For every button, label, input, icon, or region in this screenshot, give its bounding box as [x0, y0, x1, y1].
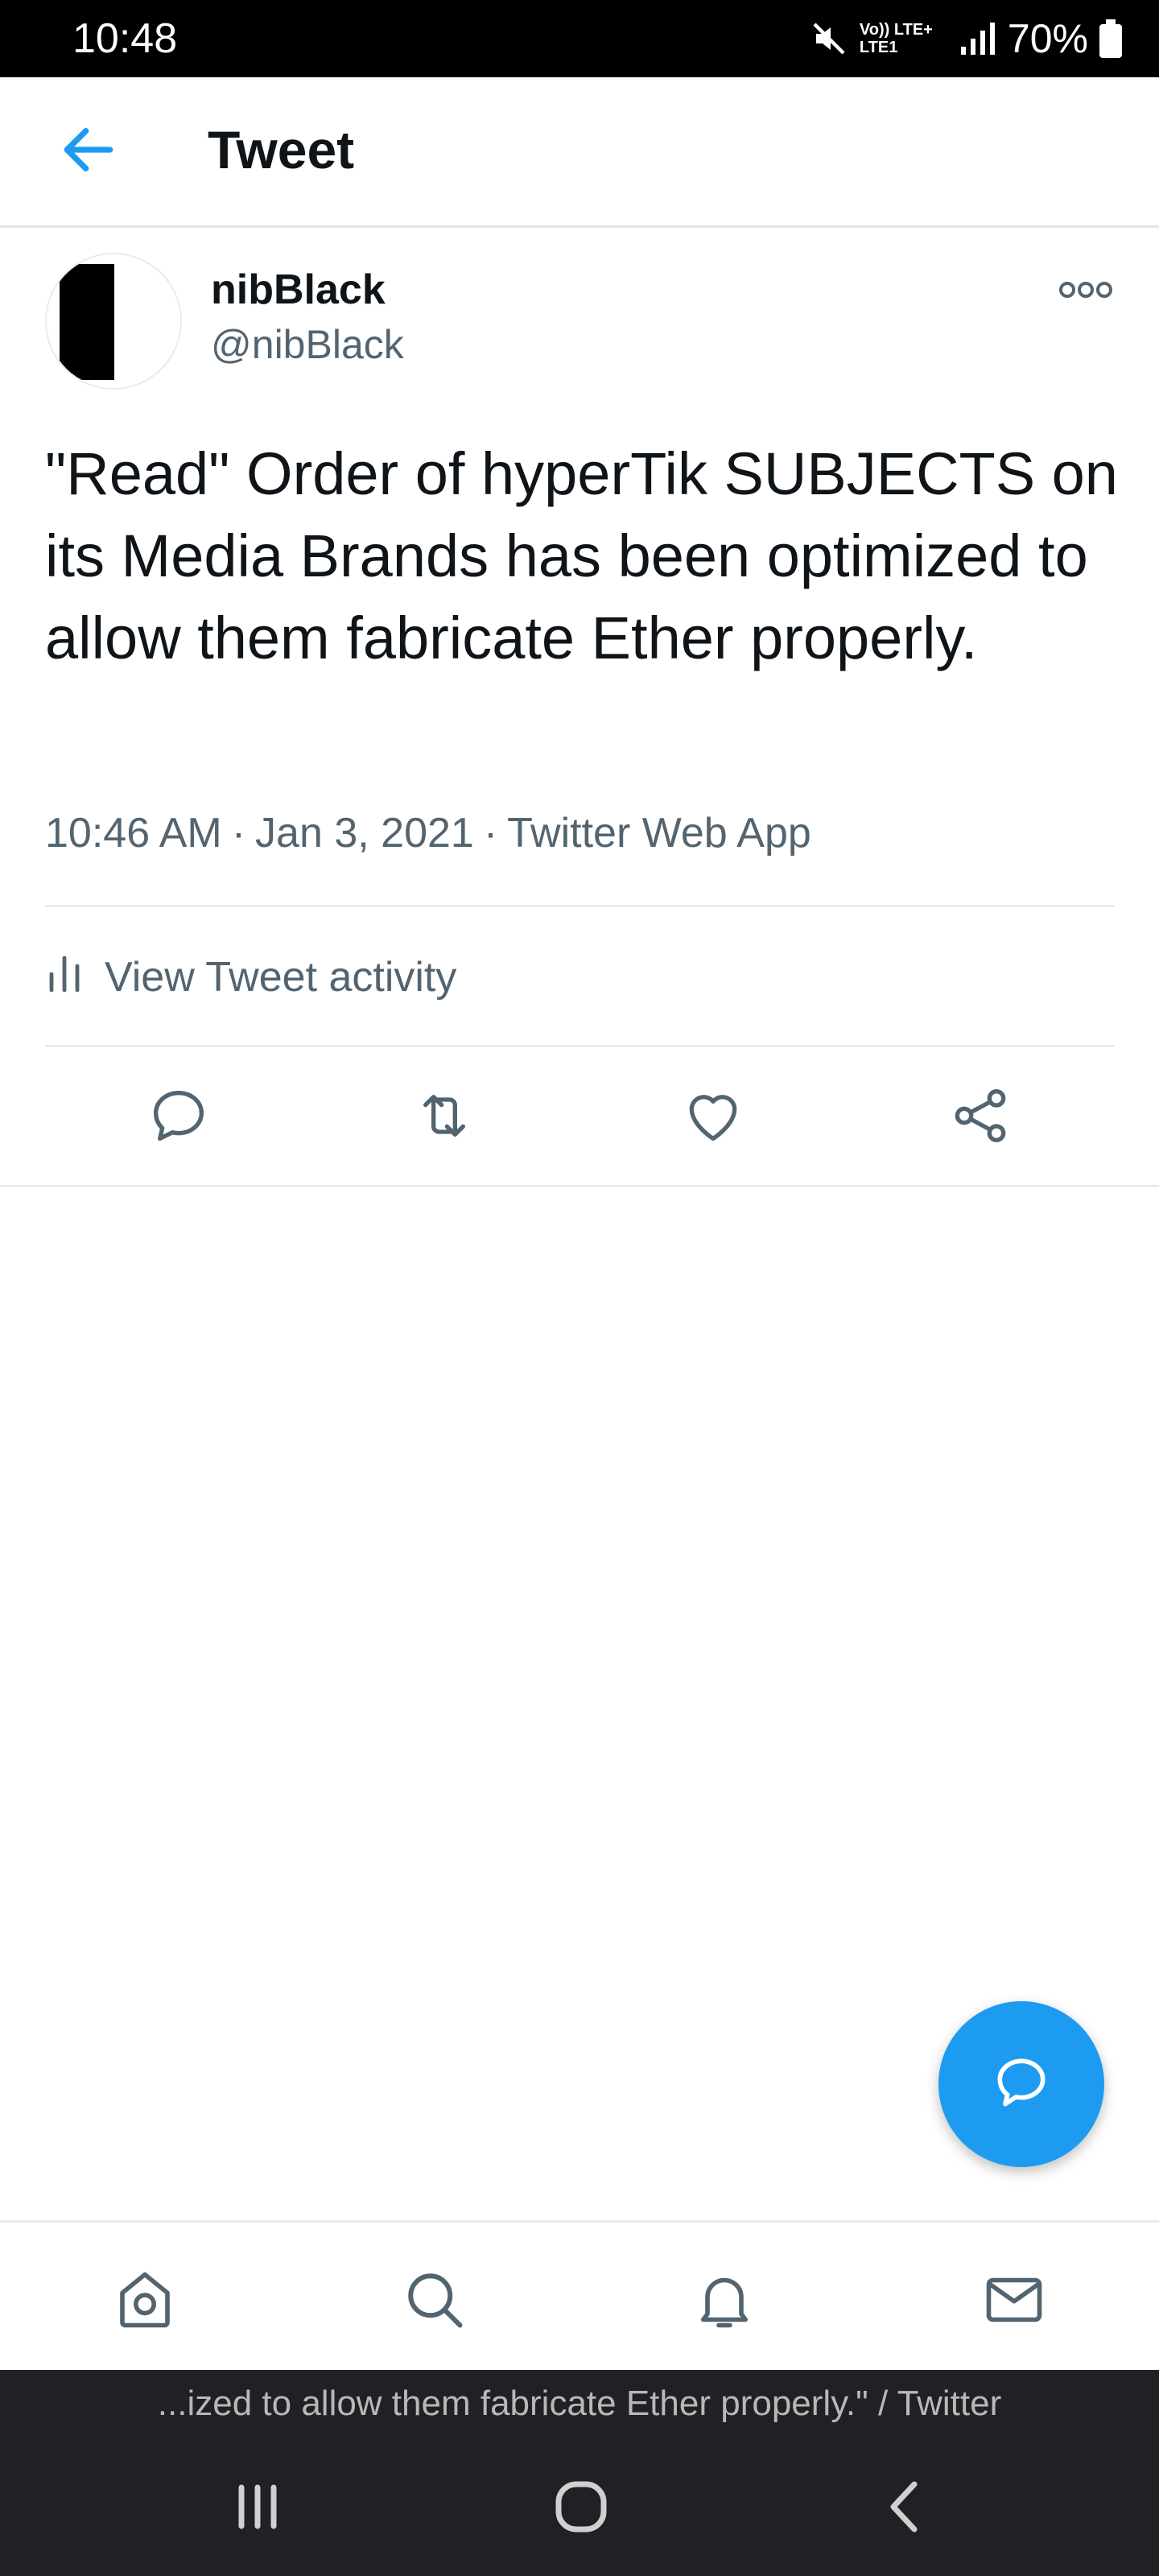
status-bar: 10:48 Vo)) LTE+ LTE1 70%	[0, 0, 1159, 77]
back-arrow-icon[interactable]	[56, 118, 121, 182]
search-icon[interactable]	[401, 2266, 468, 2334]
mute-icon	[810, 19, 848, 58]
author-display-name[interactable]: nibBlack	[211, 266, 386, 314]
app-header: Tweet	[0, 77, 1159, 228]
home-icon[interactable]	[111, 2266, 179, 2334]
tweet-actions	[0, 1046, 1159, 1185]
divider	[45, 905, 1114, 907]
tweet-source[interactable]: Twitter Web App	[507, 810, 811, 857]
back-chevron-icon[interactable]	[874, 2475, 938, 2539]
view-tweet-activity[interactable]: View Tweet activity	[45, 943, 456, 1011]
status-time: 10:48	[72, 15, 178, 62]
share-icon[interactable]	[948, 1084, 1013, 1148]
battery-percent: 70%	[1007, 16, 1088, 61]
notifications-icon[interactable]	[691, 2266, 758, 2334]
recents-icon[interactable]	[225, 2475, 290, 2539]
avatar[interactable]	[45, 253, 182, 390]
meta-separator: ·	[231, 810, 246, 857]
divider	[0, 1185, 1159, 1187]
page-title: Tweet	[208, 120, 355, 180]
battery-icon	[1099, 19, 1122, 58]
like-icon[interactable]	[681, 1084, 745, 1148]
page-caption: ...ized to allow them fabricate Ether pr…	[0, 2370, 1159, 2438]
tweet-meta: 10:46 AM · Jan 3, 2021 · Twitter Web App	[45, 805, 811, 861]
avatar-image	[60, 264, 114, 380]
tweet-text: "Read" Order of hyperTik SUBJECTS on its…	[45, 440, 1118, 671]
network-label: Vo)) LTE+ LTE1	[859, 21, 933, 56]
tweet-time: 10:46 AM	[45, 810, 222, 857]
bottom-nav	[0, 2220, 1159, 2372]
reply-icon[interactable]	[146, 1084, 211, 1148]
compose-reply-icon	[989, 2050, 1054, 2119]
tweet-date: Jan 3, 2021	[255, 810, 474, 857]
author-handle[interactable]: @nibBlack	[211, 320, 404, 369]
retweet-icon[interactable]	[412, 1084, 476, 1148]
more-options-icon[interactable]	[1058, 274, 1114, 306]
activity-label: View Tweet activity	[105, 954, 457, 1001]
meta-separator: ·	[483, 810, 498, 857]
home-circle-icon[interactable]	[549, 2475, 613, 2539]
messages-icon[interactable]	[980, 2266, 1048, 2334]
signal-icon	[959, 21, 996, 56]
activity-icon	[45, 952, 84, 1004]
compose-reply-button[interactable]	[938, 2001, 1104, 2167]
system-nav-bar	[0, 2438, 1159, 2576]
status-right-group: Vo)) LTE+ LTE1 70%	[810, 14, 1122, 63]
